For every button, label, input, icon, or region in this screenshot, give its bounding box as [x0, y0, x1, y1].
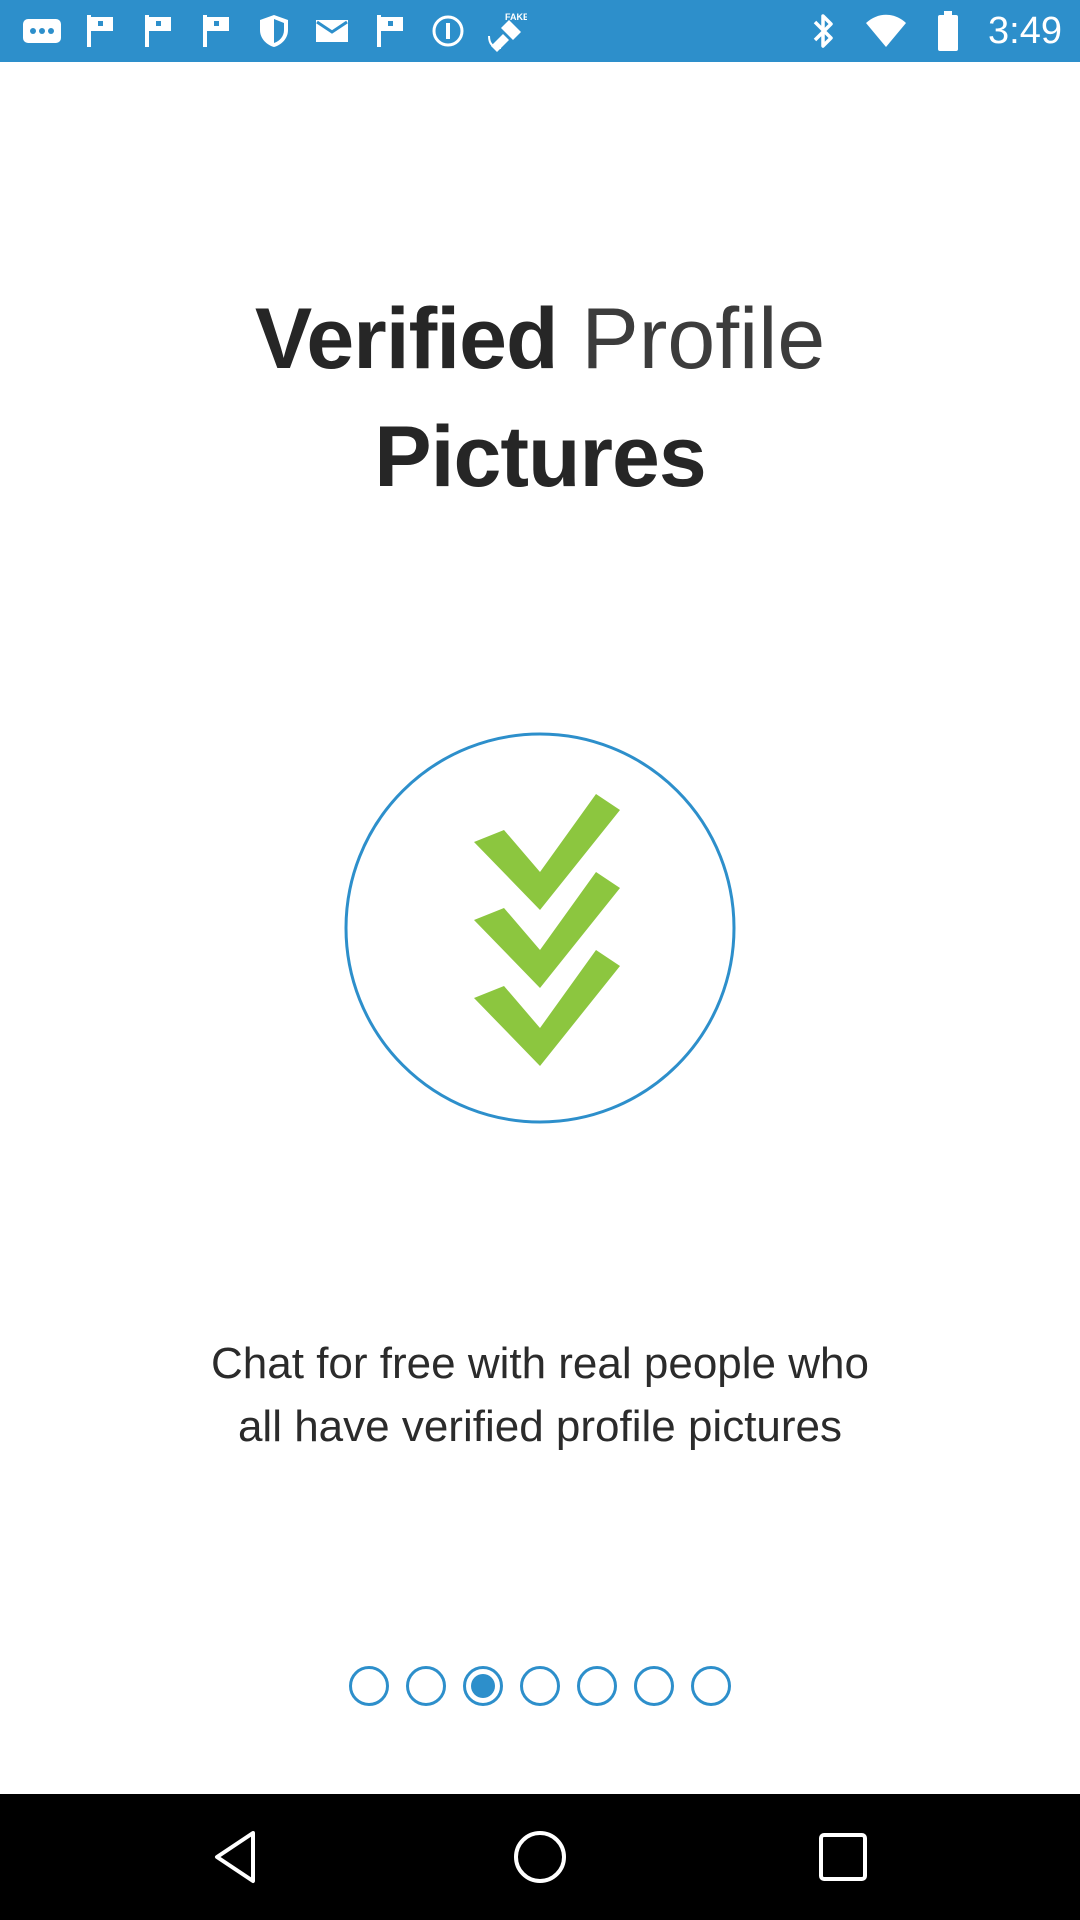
onboarding-subtitle: Chat for free with real people who all h…: [0, 1332, 1080, 1458]
flag-icon: [194, 9, 238, 53]
bluetooth-icon: [802, 9, 846, 53]
flag-icon: [136, 9, 180, 53]
flag-icon: [368, 9, 412, 53]
title-bold: Verified: [254, 291, 559, 387]
notification-icons: FAKE: [20, 0, 528, 62]
more-icon: [20, 9, 64, 53]
page-dot-2[interactable]: [406, 1666, 446, 1706]
mail-icon: [310, 9, 354, 53]
fake-label: FAKE: [505, 12, 527, 22]
home-icon: [514, 1831, 566, 1883]
flag-icon: [78, 9, 122, 53]
info-icon: [426, 9, 470, 53]
page-dot-7[interactable]: [691, 1666, 731, 1706]
back-icon: [215, 1831, 255, 1883]
page-indicator: [0, 1666, 1080, 1706]
recents-button[interactable]: [803, 1817, 883, 1897]
home-button[interactable]: [500, 1817, 580, 1897]
status-clock: 3:49: [988, 9, 1062, 52]
system-status: 3:49: [802, 0, 1062, 62]
page-dot-6[interactable]: [634, 1666, 674, 1706]
wifi-icon: [864, 9, 908, 53]
page-dot-4[interactable]: [520, 1666, 560, 1706]
recents-icon: [819, 1833, 867, 1881]
title-light: Profile: [581, 291, 826, 387]
fake-gps-icon: FAKE: [484, 9, 528, 53]
title-line2: Pictures: [374, 409, 706, 505]
shield-icon: [252, 9, 296, 53]
battery-icon: [926, 9, 970, 53]
page-dot-3[interactable]: [463, 1666, 503, 1706]
navigation-bar: [0, 1794, 1080, 1920]
status-bar: FAKE 3:49: [0, 0, 1080, 62]
page-dot-5[interactable]: [577, 1666, 617, 1706]
subtitle-line2: all have verified profile pictures: [237, 1402, 843, 1451]
back-button[interactable]: [197, 1817, 277, 1897]
page-dot-1[interactable]: [349, 1666, 389, 1706]
triple-check-icon: [344, 732, 736, 1124]
subtitle-line1: Chat for free with real people who: [211, 1339, 869, 1388]
onboarding-title: Verified Profile Pictures: [0, 280, 1080, 516]
